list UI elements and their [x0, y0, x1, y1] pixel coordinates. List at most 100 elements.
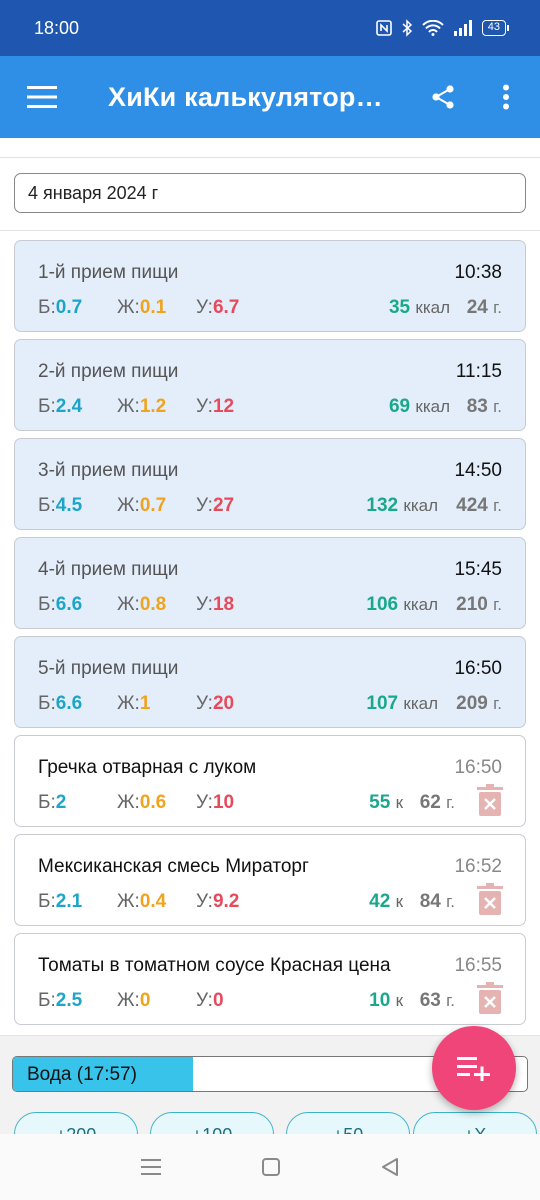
macros: Б:6.6 Ж:1 У:20 — [38, 693, 275, 715]
fat-value: 0 — [139, 990, 151, 1011]
add-water-200-button[interactable]: +200 — [14, 1112, 138, 1134]
add-water-custom-button[interactable]: +X — [413, 1112, 537, 1134]
carb-value: 9.2 — [212, 891, 240, 912]
kcal: 107 ккал — [366, 693, 438, 715]
date-card: 4 января 2024 г — [0, 158, 540, 236]
weight: 424 г. — [456, 495, 502, 517]
add-water-50-button[interactable]: +50 — [286, 1112, 410, 1134]
weight-unit: г. — [446, 892, 455, 911]
nfc-icon — [375, 20, 392, 36]
weight-value: 63 — [419, 990, 441, 1011]
kcal-unit: к — [395, 892, 403, 911]
date-field[interactable]: 4 января 2024 г — [14, 173, 526, 213]
meal-name: 3-й прием пищи — [38, 460, 179, 481]
kcal: 106 ккал — [366, 594, 438, 616]
fat-value: 0.8 — [139, 594, 167, 615]
meal-time: 11:15 — [455, 361, 502, 382]
carb-label: У: — [196, 792, 213, 813]
protein-value: 2.5 — [55, 990, 83, 1011]
fat-value: 1.2 — [139, 396, 167, 417]
weight-unit: г. — [493, 694, 502, 713]
battery-icon: 43 — [481, 20, 510, 36]
macros: Б:0.7 Ж:0.1 У:6.7 — [38, 297, 275, 319]
fat-label: Ж: — [117, 693, 140, 714]
carb-label: У: — [196, 495, 213, 516]
protein-label: Б: — [38, 792, 56, 813]
kcal-value: 42 — [369, 891, 391, 912]
signal-icon — [453, 20, 472, 36]
app-bar: ХиКи калькулятор… — [0, 56, 540, 138]
back-icon[interactable] — [381, 1157, 399, 1177]
kcal-value: 55 — [369, 792, 391, 813]
hamburger-icon — [27, 86, 57, 108]
add-food-fab[interactable] — [432, 1026, 516, 1110]
macros: Б:6.6 Ж:0.8 У:18 — [38, 594, 275, 616]
main-content[interactable]: 4 января 2024 г 1-й прием пищи 10:38 Б:0… — [0, 138, 540, 1134]
delete-button[interactable] — [477, 784, 503, 821]
weight-value: 424 — [456, 495, 488, 516]
kcal-unit: ккал — [403, 694, 438, 713]
protein-label: Б: — [38, 594, 56, 615]
protein-label: Б: — [38, 297, 56, 318]
food-item[interactable]: Томаты в томатном соусе Красная цена 16:… — [14, 933, 526, 1025]
status-icons: 43 — [375, 19, 510, 37]
add-water-100-button[interactable]: +100 — [150, 1112, 274, 1134]
meal-item[interactable]: 3-й прием пищи 14:50 Б:4.5 Ж:0.7 У:27 13… — [14, 438, 526, 530]
share-icon — [432, 85, 454, 109]
macros: Б:2.5 Ж:0 У:0 — [38, 990, 275, 1012]
kcal-unit: ккал — [415, 397, 450, 416]
protein-value: 4.5 — [55, 495, 83, 516]
macros: Б:4.5 Ж:0.7 У:27 — [38, 495, 275, 517]
weight-value: 84 — [419, 891, 441, 912]
system-nav-bar — [0, 1134, 540, 1200]
meal-item[interactable]: 2-й прием пищи 11:15 Б:2.4 Ж:1.2 У:12 69… — [14, 339, 526, 431]
weight-unit: г. — [446, 991, 455, 1010]
weight-value: 209 — [456, 693, 488, 714]
menu-button[interactable] — [0, 86, 84, 108]
protein-value: 2 — [55, 792, 67, 813]
fat-label: Ж: — [117, 594, 140, 615]
fat-value: 0.6 — [139, 792, 167, 813]
weight-value: 24 — [466, 297, 488, 318]
weight-value: 210 — [456, 594, 488, 615]
home-icon[interactable] — [261, 1158, 280, 1176]
water-label: Вода (17:57) — [27, 1064, 137, 1085]
carb-value: 27 — [212, 495, 235, 516]
app-title: ХиКи калькулятор… — [108, 81, 383, 112]
summary-strip — [0, 138, 540, 158]
carb-label: У: — [196, 297, 213, 318]
kcal: 69 ккал — [389, 396, 450, 418]
weight: 210 г. — [456, 594, 502, 616]
food-name: Томаты в томатном соусе Красная цена — [38, 955, 391, 976]
food-name: Гречка отварная с луком — [38, 757, 257, 778]
fat-label: Ж: — [117, 396, 140, 417]
carb-label: У: — [196, 891, 213, 912]
weight: 83 г. — [467, 396, 502, 418]
food-item[interactable]: Гречка отварная с луком 16:50 Б:2 Ж:0.6 … — [14, 735, 526, 827]
meal-time: 10:38 — [454, 262, 502, 283]
status-time: 18:00 — [34, 17, 80, 38]
kcal-unit: к — [395, 991, 403, 1010]
playlist-add-icon — [457, 1057, 490, 1081]
kcal-unit: ккал — [403, 496, 438, 515]
delete-button[interactable] — [477, 982, 503, 1019]
protein-label: Б: — [38, 495, 56, 516]
fat-label: Ж: — [117, 297, 140, 318]
meal-name: 4-й прием пищи — [38, 559, 179, 580]
share-button[interactable] — [430, 84, 456, 115]
carb-value: 0 — [212, 990, 224, 1011]
fat-value: 0.4 — [139, 891, 167, 912]
kcal: 35 ккал — [389, 297, 450, 319]
kcal: 10 к — [369, 990, 403, 1012]
meal-item[interactable]: 1-й прием пищи 10:38 Б:0.7 Ж:0.1 У:6.7 3… — [14, 240, 526, 332]
meal-item[interactable]: 5-й прием пищи 16:50 Б:6.6 Ж:1 У:20 107 … — [14, 636, 526, 728]
meal-item[interactable]: 4-й прием пищи 15:45 Б:6.6 Ж:0.8 У:18 10… — [14, 537, 526, 629]
food-name: Мексиканская смесь Мираторг — [38, 856, 309, 877]
delete-button[interactable] — [477, 883, 503, 920]
carb-value: 10 — [212, 792, 235, 813]
protein-label: Б: — [38, 990, 56, 1011]
more-button[interactable] — [500, 84, 512, 115]
weight-unit: г. — [493, 298, 502, 317]
recents-icon[interactable] — [140, 1158, 161, 1176]
food-item[interactable]: Мексиканская смесь Мираторг 16:52 Б:2.1 … — [14, 834, 526, 926]
